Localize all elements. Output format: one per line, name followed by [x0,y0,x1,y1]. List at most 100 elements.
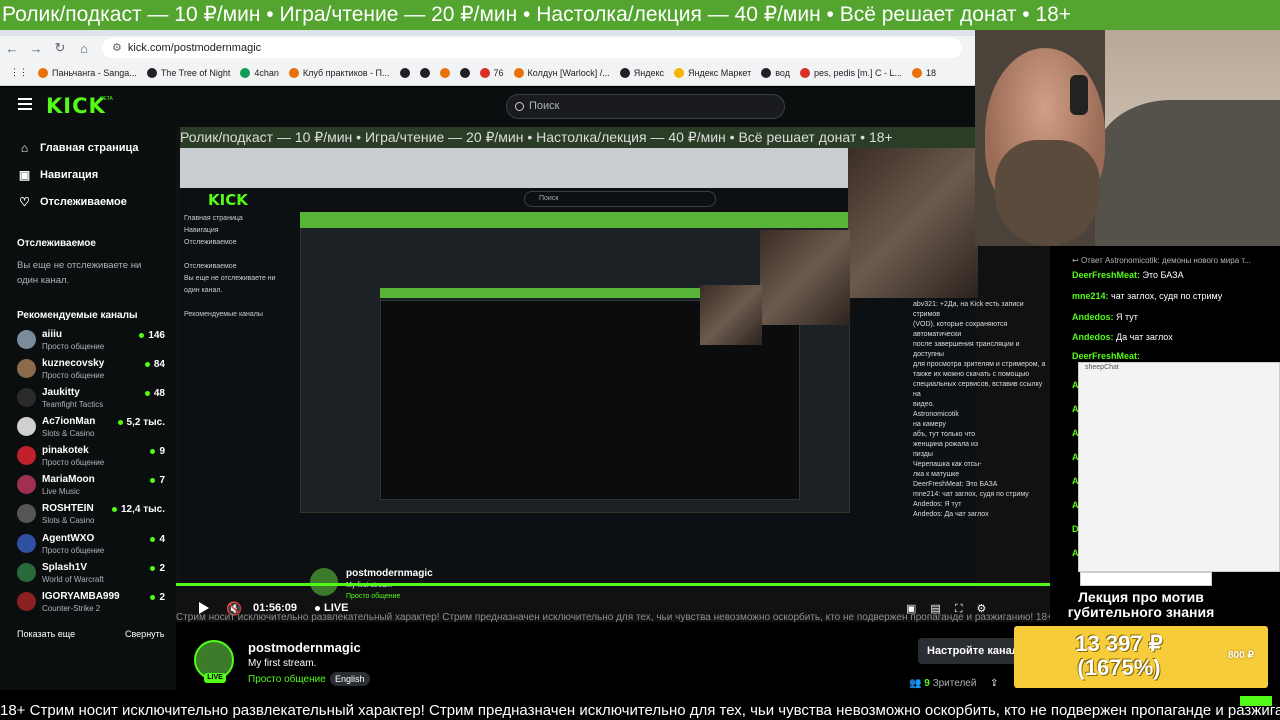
channel-item[interactable]: Jaukitty Teamfight Tactics 48 [17,384,165,412]
sidebar-item-browse[interactable]: ▣ Навигация [18,168,98,182]
bookmark-5[interactable]: Колдун [Warlock] /... [513,67,610,78]
viewer-count: 146 [139,330,165,341]
show-more-button[interactable]: Показать еще [17,629,75,639]
bookmark-favicon-icon [761,67,772,78]
taskbar-tray [1080,572,1212,586]
forward-icon[interactable]: → [24,41,48,56]
viewer-count: 5,2 тыс. [117,417,165,428]
bookmark-favicon-icon [479,67,490,78]
top-ticker-text: Ролик/подкаст — 10 ₽/мин • Игра/чтение —… [2,3,1072,26]
home-icon: ⌂ [20,141,29,155]
bookmark-9[interactable]: pes, pedis [m.] C - L... [800,67,902,78]
compass-icon: ▣ [18,168,31,182]
bookmark-favicon-icon [619,67,630,78]
bookmark-icon-only-1[interactable] [399,67,410,78]
webcam-overlay [975,30,1280,246]
nested-avatar [310,568,338,596]
nested-webcam [848,148,978,298]
bookmark-2[interactable]: 4chan [240,67,279,78]
avatar [17,330,36,349]
sidebar-item-following[interactable]: ♡ Отслеживаемое [18,195,127,209]
chat-send-button[interactable] [1240,696,1272,706]
bookmark-favicon-icon [459,67,470,78]
channel-item[interactable]: aiiiu Просто общение 146 [17,326,165,354]
sheepchat-title: sheepChat [1085,364,1119,371]
viewer-count: 👥 9 Зрителей [909,678,977,689]
stream-category[interactable]: Просто общение [248,674,326,685]
home-icon[interactable]: ⌂ [72,41,96,56]
channel-item[interactable]: kuznecovsky Просто общение 84 [17,355,165,383]
heart-icon: ♡ [19,195,30,209]
nested-chat: abv321: +2Да, на Kick есть записи стримо… [913,301,1046,518]
bookmark-1[interactable]: The Tree of Night [146,67,230,78]
donation-goal-label: Лекция про мотив губительного знания [1067,589,1215,620]
channel-item[interactable]: IGORYAMBA999 Counter-Strike 22 [17,588,165,616]
back-icon[interactable]: ← [0,41,24,56]
headphones [1070,75,1088,115]
live-dot-icon [150,478,156,483]
channel-item[interactable]: pinakotek Просто общение 9 [17,442,165,470]
search-placeholder: Поиск [529,100,560,112]
bookmark-favicon-icon [674,67,684,78]
top-ticker: Ролик/подкаст — 10 ₽/мин • Игра/чтение —… [0,0,1280,30]
stream-title: My first stream. [248,658,317,669]
donation-goal-target: 800 ₽ [1228,650,1254,661]
nested-webcam-level2 [760,230,850,325]
bookmark-6[interactable]: Яндекс [619,67,664,78]
bookmark-icon-only-2[interactable] [419,67,430,78]
avatar [17,534,36,553]
chat-reply: ↩ Ответ Astronomicotik: демоны нового ми… [1072,256,1251,265]
bottom-ticker: 18+ Стрим носит исключительно развлекате… [0,702,1280,720]
share-icon[interactable]: ⇪ [990,678,998,689]
channel-item[interactable]: AgentWXO Просто общение 4 [17,530,165,558]
bookmark-10[interactable]: 18 [912,67,936,78]
chat-message: mne214: чат заглох, судя по стриму [1072,291,1223,301]
reload-icon[interactable]: ↻ [48,40,72,56]
site-info-icon[interactable]: ⚙ [112,38,122,58]
channel-settings-button[interactable]: Настройте канал [918,638,1023,664]
streamer-name[interactable]: postmodernmagic [248,640,361,655]
bookmark-3[interactable]: Клуб практиков - П... [288,67,390,78]
bookmark-favicon-icon [240,67,251,78]
channel-item[interactable]: ROSHTEIN Slots & Casino 12,4 тыс. [17,500,165,528]
donation-goal-amount: 13 397 ₽ (1675%) [1075,631,1163,680]
channel-item[interactable]: MariaMoon Live Music 7 [17,471,165,499]
sidebar-item-home[interactable]: ⌂ Главная страница [18,141,139,155]
avatar [17,446,36,465]
menu-icon[interactable] [18,98,32,113]
address-bar[interactable]: ⚙ kick.com/postmodernmagic [102,38,962,58]
live-dot-icon [144,391,150,396]
nested-kick-logo: KICK [208,191,248,209]
live-badge: LIVE [204,673,226,683]
bookmark-icon-only-4[interactable] [459,67,470,78]
avatar [17,417,36,436]
kick-beta-badge: BETA [100,96,113,102]
bookmark-0[interactable]: Паньчанга - Sanga... [38,67,137,78]
chat-message: DeerFreshMeat: [1072,351,1141,361]
viewer-count: 84 [144,359,165,370]
channel-item[interactable]: Splash1V World of Warcraft 2 [17,559,165,587]
nested-search: Поиск [524,191,716,207]
search-input[interactable]: Поиск [506,94,785,119]
language-badge[interactable]: English [330,672,370,686]
chat-panel: ↩ Ответ Astronomicotik: демоны нового ми… [1050,246,1280,381]
avatar [17,359,36,378]
bookmark-favicon-icon [513,67,524,78]
bookmark-7[interactable]: Яндекс Маркет [674,67,751,78]
bookmark-icon-only-3[interactable] [439,67,450,78]
kick-logo[interactable]: KICK [46,94,106,118]
bookmark-favicon-icon [912,67,923,78]
apps-icon[interactable]: ⋮⋮ [10,67,28,78]
avatar [17,563,36,582]
bookmark-8[interactable]: вод [761,67,790,78]
collapse-button[interactable]: Свернуть [125,629,164,639]
live-dot-icon [150,449,156,454]
channel-item[interactable]: Ac7ionMan Slots & Casino 5,2 тыс. [17,413,165,441]
viewer-count: 4 [150,534,165,545]
live-dot-icon [144,362,150,367]
following-title: Отслеживаемое [17,238,96,249]
viewer-count: 9 [150,446,165,457]
avatar [17,388,36,407]
bookmark-4[interactable]: 76 [479,67,504,78]
progress-bar[interactable] [176,583,1050,586]
